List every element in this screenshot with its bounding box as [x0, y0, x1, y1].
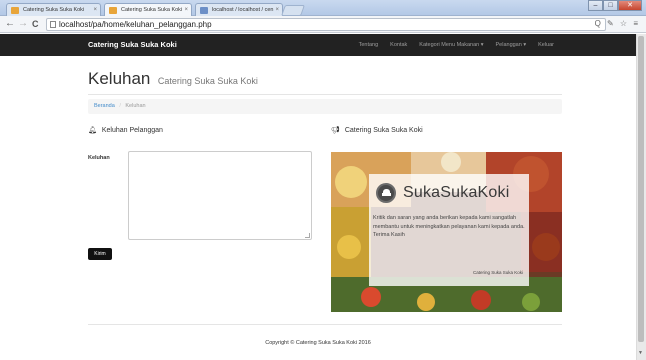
toolbar-icons[interactable]: Q ✎ ☆ ≡: [595, 19, 640, 28]
browser-toolbar: ← → C localhost/pa/home/keluhan_pelangga…: [0, 16, 646, 33]
favicon-icon: [11, 7, 19, 14]
promo-heading: 📢︎ Catering Suka Suka Koki: [331, 126, 423, 134]
title-divider: [88, 94, 562, 95]
favicon-icon: [109, 7, 117, 14]
footer-copyright: Copyright © Catering Suka Suka Koki 2016: [265, 340, 371, 346]
navbar-brand[interactable]: Catering Suka Suka Koki: [88, 34, 177, 56]
promo-signature: Catering Suka Suka Koki: [472, 270, 523, 275]
minimize-button[interactable]: –: [588, 0, 603, 11]
site-navbar: Catering Suka Suka Koki Tentang Kontak K…: [0, 34, 636, 56]
back-button[interactable]: ←: [5, 18, 15, 30]
breadcrumb-current: Keluhan: [125, 103, 146, 109]
browser-tab[interactable]: localhost / localhost / cen ×: [195, 3, 283, 16]
nav-link-tentang[interactable]: Tentang: [359, 34, 379, 56]
page-title: Keluhan Catering Suka Suka Koki: [88, 69, 258, 89]
bullhorn-icon: 📢︎: [331, 127, 340, 134]
tab-title: Catering Suka Suka Koki: [23, 7, 85, 13]
tab-title: Catering Suka Suka Koki: [121, 7, 183, 13]
promo-logo-text: SukaSukaKoki: [403, 184, 510, 201]
footer-divider: [88, 324, 562, 325]
browser-tab-active[interactable]: Catering Suka Suka Koki ×: [104, 3, 192, 16]
browser-tab[interactable]: Catering Suka Suka Koki ×: [6, 3, 101, 16]
favicon-icon: [200, 7, 208, 14]
scrollbar-thumb[interactable]: [638, 36, 644, 342]
tab-close-icon[interactable]: ×: [93, 4, 97, 16]
promo-card: SukaSukaKoki Kritik dan saran yang anda …: [369, 174, 529, 286]
promo-heading-text: Catering Suka Suka Koki: [344, 127, 423, 134]
keluhan-label: Keluhan: [88, 155, 110, 161]
resize-grip-icon[interactable]: [305, 233, 310, 238]
nav-link-kontak[interactable]: Kontak: [390, 34, 407, 56]
bell-icon: 🔔︎: [88, 127, 97, 134]
new-tab-button[interactable]: [280, 5, 306, 16]
promo-message-text: Kritik dan saran yang anda berikan kepad…: [373, 215, 525, 230]
keluhan-textarea[interactable]: [128, 151, 312, 240]
nav-link-keluar[interactable]: Keluar: [538, 34, 554, 56]
tab-title: localhost / localhost / cen: [212, 7, 274, 13]
form-heading: 🔔︎ Keluhan Pelanggan: [88, 126, 163, 134]
scroll-down-arrow-icon[interactable]: ▼: [638, 350, 643, 356]
form-heading-text: Keluhan Pelanggan: [101, 127, 163, 134]
chef-hat-icon: [376, 183, 396, 203]
reload-button[interactable]: C: [32, 18, 39, 30]
close-window-button[interactable]: ✕: [618, 0, 642, 11]
nav-dropdown-kategori[interactable]: Kategori Menu Makanan ▾: [419, 34, 483, 56]
navbar-links: Tentang Kontak Kategori Menu Makanan ▾ P…: [347, 34, 554, 56]
tab-close-icon[interactable]: ×: [275, 4, 279, 16]
breadcrumb-home-link[interactable]: Beranda: [94, 103, 115, 109]
promo-thanks: Terima Kasih: [373, 232, 405, 238]
window-controls: – □ ✕: [588, 0, 642, 12]
tab-close-icon[interactable]: ×: [184, 4, 188, 16]
browser-tab-strip: Catering Suka Suka Koki × Catering Suka …: [0, 0, 646, 16]
page-title-sub: Catering Suka Suka Koki: [157, 76, 258, 86]
url-input[interactable]: localhost/pa/home/keluhan_pelanggan.php: [46, 18, 606, 31]
url-text: localhost/pa/home/keluhan_pelanggan.php: [59, 20, 212, 29]
maximize-button[interactable]: □: [603, 0, 618, 11]
page-icon: [50, 21, 56, 28]
kirim-button[interactable]: Kirim: [88, 248, 112, 260]
promo-image: SukaSukaKoki Kritik dan saran yang anda …: [331, 152, 562, 312]
breadcrumb: Beranda / Keluhan: [88, 99, 562, 114]
breadcrumb-separator: /: [119, 103, 121, 109]
page-title-main: Keluhan: [88, 69, 151, 88]
promo-message: Kritik dan saran yang anda berikan kepad…: [373, 214, 525, 240]
nav-dropdown-pelanggan[interactable]: Pelanggan ▾: [496, 34, 527, 56]
forward-button[interactable]: →: [18, 18, 28, 30]
